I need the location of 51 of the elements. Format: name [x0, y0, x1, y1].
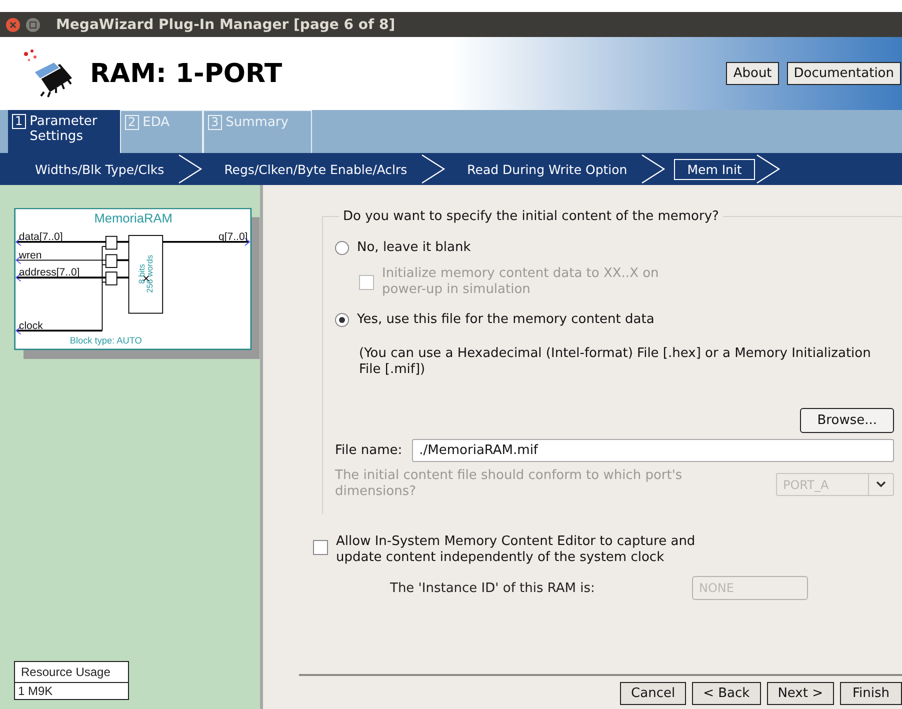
file-format-hint: (You can use a Hexadecimal (Intel-format) File [.hex] or a Memory Initialization File [.mif]) [359, 346, 872, 378]
tab-number: 3 [208, 115, 222, 130]
step-link[interactable]: Regs/Clken/Byte Enable/Aclrs [211, 158, 420, 180]
block-size-label: 8 bits [137, 264, 146, 284]
table-cell-text: 1 M9K [17, 683, 54, 699]
option-label: No, leave it blank [357, 240, 471, 256]
tab-label: EDA [142, 115, 170, 130]
port-label: clock [18, 320, 43, 332]
field-label: File name: [335, 442, 402, 458]
port-label: address[7..0] [18, 266, 80, 279]
port-label: wren [18, 249, 42, 262]
component-title: RAM: 1-PORT [90, 58, 284, 88]
maximize-icon[interactable] [26, 18, 40, 32]
wizard-button[interactable]: Finish [840, 682, 902, 705]
header-button[interactable]: About [726, 62, 779, 85]
group-title: Do you want to specify the initial content of the memory? [342, 209, 720, 224]
checkbox-label: Initialize memory content data to XX..X on power-up in simulation [382, 266, 660, 298]
chevron-icon [177, 154, 204, 184]
tab-number: 1 [12, 114, 26, 129]
block-type-label: Block type: AUTO [70, 335, 142, 346]
tab-label: Parameter Settings [30, 114, 98, 144]
chevron-icon [754, 154, 781, 184]
radio-button[interactable] [335, 313, 349, 327]
close-icon[interactable] [6, 18, 20, 32]
wizard-button[interactable]: < Back [692, 682, 761, 705]
file-name-field[interactable]: ./MemoriaRAM.mif [412, 439, 894, 462]
tab-label: Summary [226, 115, 288, 130]
checkbox[interactable] [313, 540, 328, 555]
port-label: data[7..0] [18, 231, 63, 244]
chevron-icon [420, 154, 446, 184]
window-title: MegaWizard Plug-In Manager [page 6 of 8] [56, 16, 396, 32]
radio-button[interactable] [335, 241, 349, 255]
wizard-tab[interactable]: 1 Parameter Settings [8, 110, 120, 153]
port-question: The initial content file should conform to which port's dimensions? [335, 468, 684, 500]
wizard-button[interactable]: Next > [766, 682, 834, 705]
chevron-icon [640, 154, 666, 184]
step-link[interactable]: Read During Write Option [454, 158, 640, 180]
browse-button[interactable]: Browse... [800, 408, 894, 433]
wizard-button[interactable]: Cancel [620, 682, 686, 705]
step-link[interactable]: Mem Init [674, 158, 755, 180]
option-label: Yes, use this file for the memory content data [357, 312, 654, 328]
step-link[interactable]: Widths/Blk Type/Clks [22, 158, 178, 180]
header-button[interactable]: Documentation [786, 62, 901, 85]
diagram-title: MemoriaRAM [94, 210, 172, 226]
block-size-label: 256 words [146, 254, 155, 293]
chevron-down-icon [876, 480, 886, 488]
checkbox-label: Allow In-System Memory Content Editor to capture and update content independently of the system clock [336, 534, 696, 566]
table-header: Resource Usage [15, 662, 128, 683]
tab-number: 2 [125, 115, 139, 130]
port-label: q[7..0] [218, 231, 248, 244]
field-label: The 'Instance ID' of this RAM is: [390, 580, 596, 596]
